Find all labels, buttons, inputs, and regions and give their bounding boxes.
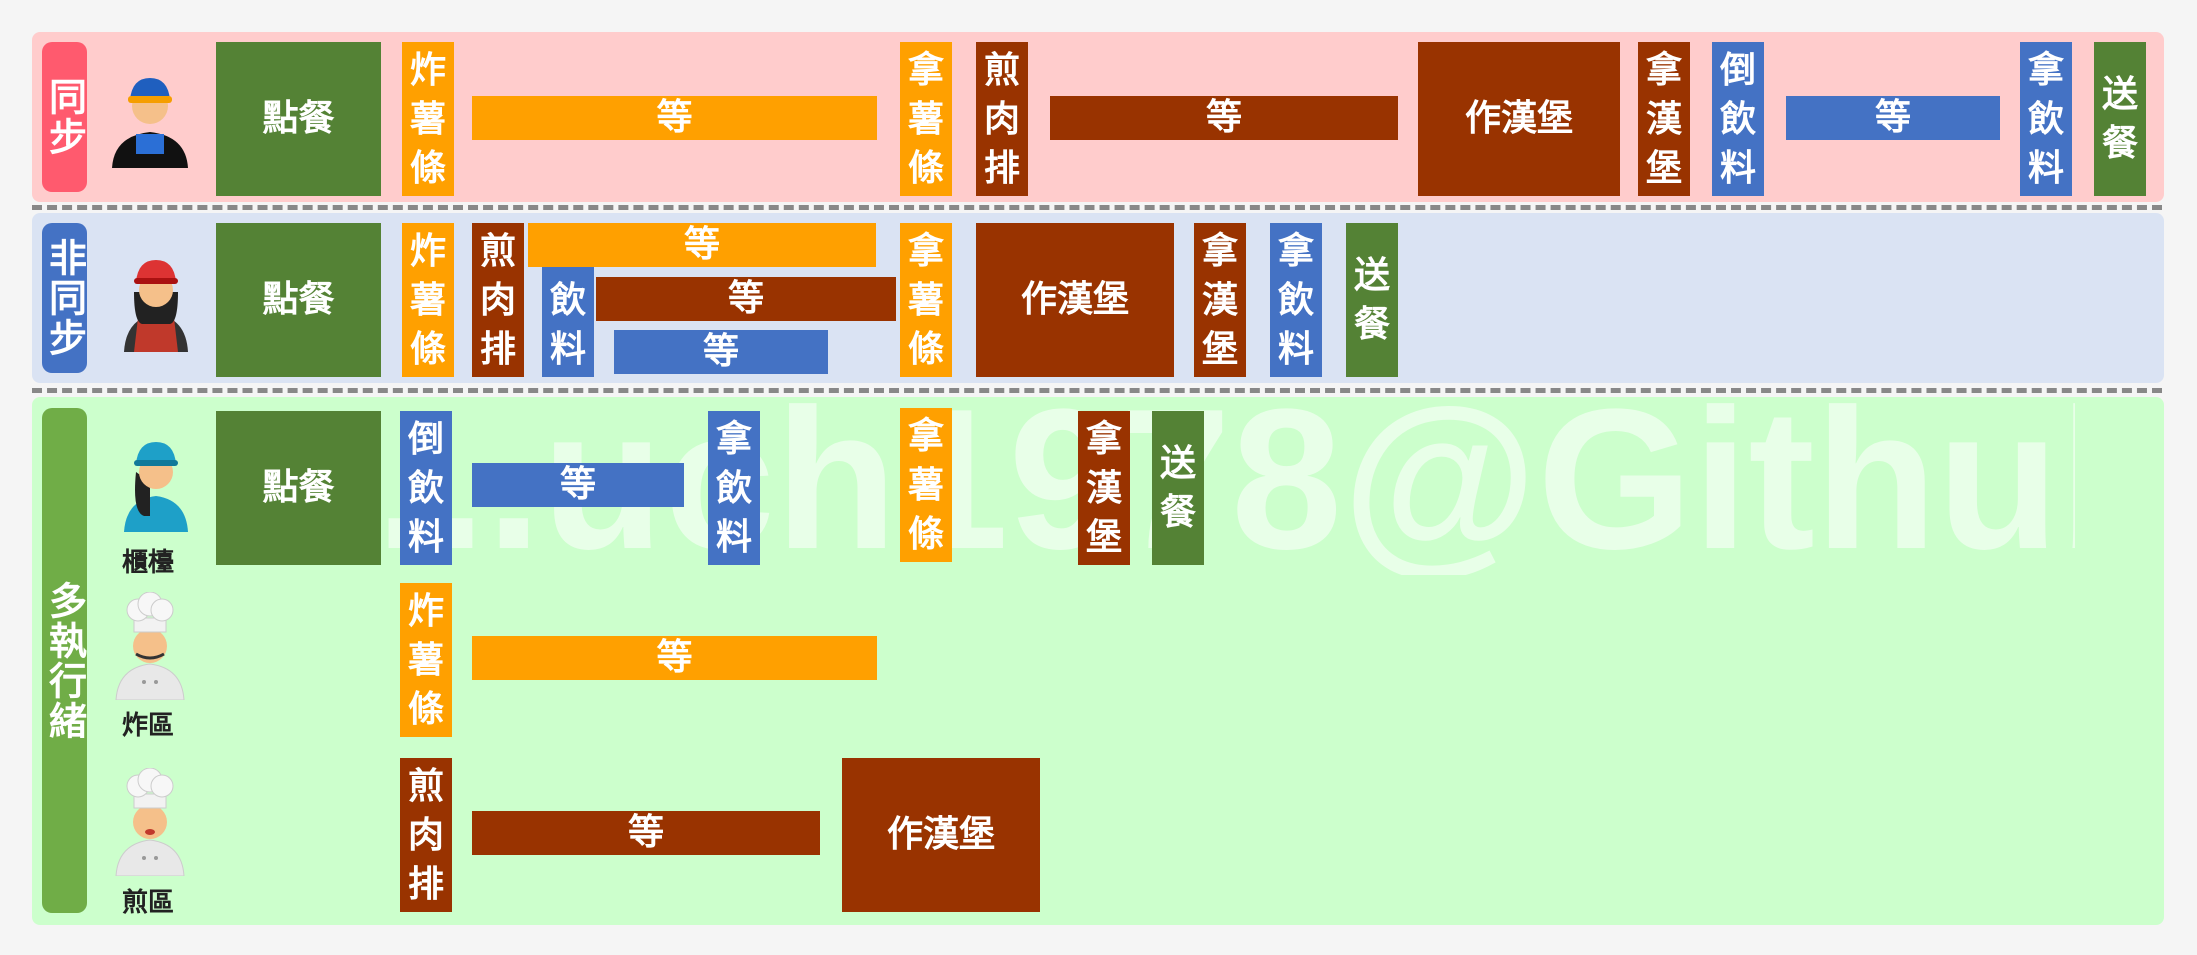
- multi-grill-steps-step: 等: [472, 811, 820, 855]
- sync-steps-step: 點餐: [216, 42, 381, 196]
- async-steps-step: 等: [528, 223, 876, 267]
- sync-steps-step: 等: [472, 96, 877, 140]
- role-caption-grill: 煎區: [121, 888, 174, 918]
- lane-label-async-text: 非同步: [42, 238, 87, 358]
- multi-counter-steps-step: 拿薯條: [900, 408, 952, 562]
- async-steps-step: 拿漢堡: [1194, 223, 1246, 377]
- sync-steps-step: 拿薯條: [900, 42, 952, 196]
- multi-counter-steps-step: 送餐: [1152, 411, 1204, 565]
- chef-icon: [115, 768, 185, 876]
- role-caption-counter: 櫃檯: [121, 548, 174, 578]
- async-steps-step: 煎肉排: [472, 223, 524, 377]
- sync-steps-step: 送餐: [2094, 42, 2146, 196]
- sync-steps-step: 等: [1786, 96, 2000, 140]
- sync-steps-step: 煎肉排: [976, 42, 1028, 196]
- async-steps-step: 拿薯條: [900, 223, 952, 377]
- async-steps-step: 拿飲料: [1270, 223, 1322, 377]
- multi-counter-steps-step: 倒飲料: [400, 411, 452, 565]
- lane-label-sync-text: 同步: [42, 77, 87, 157]
- async-steps-step: 炸薯條: [402, 223, 454, 377]
- sync-steps-step: 炸薯條: [402, 42, 454, 196]
- multi-counter-steps-step: 等: [472, 463, 684, 507]
- lane-label-multi: 多執行緒: [42, 408, 87, 913]
- role-caption-fry: 炸區: [121, 711, 174, 741]
- lane-divider-1: [32, 205, 2162, 210]
- lane-label-async: 非同步: [42, 223, 87, 373]
- worker-red-cap-icon: [124, 260, 188, 352]
- sync-steps-step: 拿飲料: [2020, 42, 2072, 196]
- worker-teal-cap-icon: [124, 442, 188, 532]
- lane-label-sync: 同步: [42, 42, 87, 192]
- async-steps-step: 點餐: [216, 223, 381, 377]
- multi-fry-steps-step: 炸薯條: [400, 583, 452, 737]
- multi-counter-steps-step: 拿飲料: [708, 411, 760, 565]
- chef-icon: [115, 592, 185, 700]
- async-steps-step: 作漢堡: [976, 223, 1174, 377]
- sync-steps-step: 等: [1050, 96, 1398, 140]
- multi-grill-steps-step: 作漢堡: [842, 758, 1040, 912]
- multi-grill-steps-step: 煎肉排: [400, 758, 452, 912]
- sync-steps-step: 倒飲料: [1712, 42, 1764, 196]
- async-steps-step: 送餐: [1346, 223, 1398, 377]
- multi-fry-steps-step: 等: [472, 636, 877, 680]
- async-steps-step: 等: [614, 330, 828, 374]
- lane-label-multi-text: 多執行緒: [42, 580, 87, 741]
- multi-counter-steps-step: 拿漢堡: [1078, 411, 1130, 565]
- async-steps-step: 等: [596, 277, 896, 321]
- sync-steps-step: 拿漢堡: [1638, 42, 1690, 196]
- multi-counter-steps-step: 點餐: [216, 411, 381, 565]
- worker-blue-cap-icon: [112, 78, 188, 168]
- diagram-canvas: ...uch1978@Github 同步 非同步 多執行緒 櫃檯 炸區 煎區 點…: [0, 0, 2197, 955]
- sync-steps-step: 作漢堡: [1418, 42, 1620, 196]
